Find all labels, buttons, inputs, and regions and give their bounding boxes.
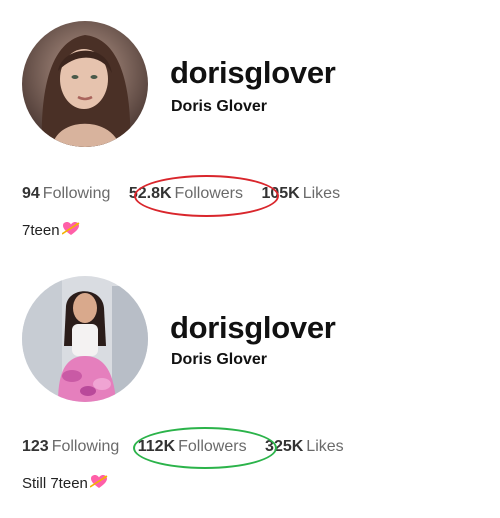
profile-card-2: dorisglover Doris Glover 123 Following 11…	[0, 259, 500, 518]
following-stat[interactable]: 123 Following	[22, 438, 119, 456]
stats-row: 123 Following 112K Followers 325K Likes	[22, 438, 358, 456]
following-label: Following	[42, 185, 111, 202]
username: dorisglover	[170, 310, 336, 345]
followers-count: 112K	[137, 438, 176, 455]
heart-with-arrow-icon	[89, 474, 108, 494]
display-name: Doris Glover	[171, 98, 268, 115]
stats-row: 94 Following 52.8K Followers 105K Likes	[22, 185, 354, 203]
following-count: 123	[22, 438, 49, 455]
likes-label: Likes	[306, 438, 344, 455]
likes-count: 325K	[265, 438, 304, 455]
bio: Still 7teen	[22, 474, 108, 494]
following-count: 94	[22, 185, 40, 202]
display-name: Doris Glover	[171, 351, 268, 368]
followers-count: 52.8K	[128, 185, 172, 202]
followers-stat[interactable]: 112K Followers	[138, 438, 247, 456]
followers-label: Followers	[178, 438, 247, 455]
followers-label: Followers	[174, 185, 244, 202]
avatar[interactable]	[22, 21, 148, 147]
likes-stat[interactable]: 105K Likes	[261, 185, 340, 203]
profile-card-1: dorisglover Doris Glover 94 Following 52.…	[0, 0, 500, 259]
bio-text: Still 7teen	[22, 474, 88, 492]
username: dorisglover	[170, 55, 336, 90]
likes-stat[interactable]: 325K Likes	[265, 438, 344, 456]
followers-stat[interactable]: 52.8K Followers	[129, 185, 243, 203]
following-stat[interactable]: 94 Following	[22, 185, 110, 203]
following-label: Following	[51, 438, 120, 455]
avatar[interactable]	[22, 276, 148, 402]
likes-count: 105K	[261, 185, 300, 202]
bio-text: 7teen	[22, 221, 60, 239]
likes-label: Likes	[302, 185, 341, 202]
bio: 7teen	[22, 221, 80, 241]
heart-with-arrow-icon	[61, 221, 80, 241]
